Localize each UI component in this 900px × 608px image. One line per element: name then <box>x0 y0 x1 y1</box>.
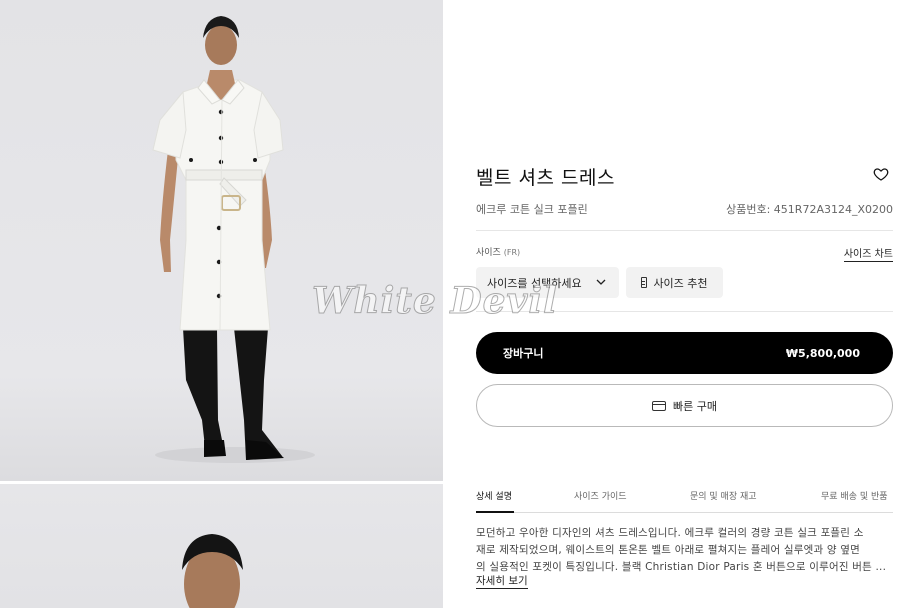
size-chart-link[interactable]: 사이즈 차트 <box>843 245 893 262</box>
product-photo-second[interactable] <box>0 484 443 608</box>
read-more-link[interactable]: 자세히 보기 <box>476 574 528 589</box>
size-select-dropdown[interactable]: 사이즈를 선택하세요 <box>476 267 619 298</box>
model-portrait-image <box>182 534 243 608</box>
product-subtitle: 에크루 코튼 실크 포플린 <box>476 203 588 216</box>
tab-shipping-returns[interactable]: 무료 배송 및 반품 <box>821 489 888 513</box>
size-select-placeholder: 사이즈를 선택하세요 <box>487 276 582 290</box>
size-recommend-label: 사이즈 추천 <box>653 276 708 290</box>
size-unit: (FR) <box>503 248 521 257</box>
add-to-cart-button[interactable]: 장바구니 ₩5,800,000 <box>476 332 893 374</box>
detail-tabs: 상세 설명 사이즈 가이드 문의 및 매장 재고 무료 배송 및 반품 <box>476 489 893 513</box>
model-full-body-image <box>152 16 315 463</box>
tab-details[interactable]: 상세 설명 <box>476 489 514 513</box>
divider <box>476 230 893 231</box>
card-icon <box>652 400 666 411</box>
description-line: 모던하고 우아한 디자인의 셔츠 드레스입니다. 에크루 컬러의 경량 코튼 실… <box>476 527 864 539</box>
product-title: 벨트 셔츠 드레스 <box>476 167 615 189</box>
tab-inquiry-stock[interactable]: 문의 및 매장 재고 <box>690 489 757 513</box>
product-description: 모던하고 우아한 디자인의 셔츠 드레스입니다. 에크루 컬러의 경량 코튼 실… <box>476 525 893 576</box>
quick-buy-label: 빠른 구매 <box>673 399 717 413</box>
size-label: 사이즈 (FR) <box>476 245 520 258</box>
description-line: 의 실용적인 포켓이 특징입니다. 블랙 Christian Dior Pari… <box>476 561 887 573</box>
ruler-icon <box>641 277 648 288</box>
divider <box>476 311 893 312</box>
product-info-panel: 벨트 셔츠 드레스 에크루 코튼 실크 포플린 상품번호: 451R72A312… <box>476 0 893 608</box>
product-photo-main[interactable] <box>0 0 443 481</box>
add-to-cart-label: 장바구니 <box>503 347 544 360</box>
size-recommend-button[interactable]: 사이즈 추천 <box>626 267 723 298</box>
size-label-text: 사이즈 <box>476 248 501 258</box>
description-line: 재로 제작되었으며, 웨이스트의 톤온톤 벨트 아래로 펼쳐지는 플레어 실루엣… <box>476 544 861 556</box>
product-price: ₩5,800,000 <box>785 346 860 360</box>
chevron-down-icon <box>595 276 607 288</box>
tab-size-guide[interactable]: 사이즈 가이드 <box>574 489 627 513</box>
heart-icon[interactable] <box>873 166 889 182</box>
product-sku: 상품번호: 451R72A3124_X0200 <box>726 203 893 216</box>
product-gallery <box>0 0 443 608</box>
quick-buy-button[interactable]: 빠른 구매 <box>476 384 893 427</box>
